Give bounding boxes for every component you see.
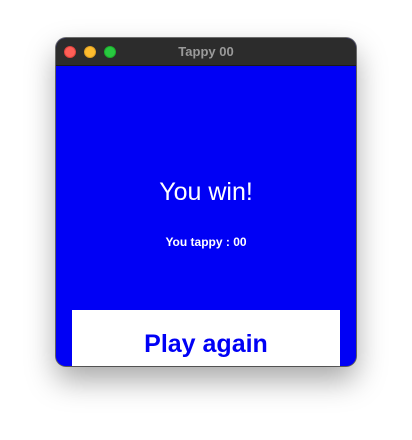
play-again-button[interactable]: Play again [72, 310, 340, 366]
title-bar: Tappy 00 [56, 38, 356, 66]
score-message: You tappy : 00 [165, 235, 247, 249]
window-title: Tappy 00 [178, 44, 234, 59]
result-message: You win! [159, 178, 253, 206]
game-screen: You win! You tappy : 00 Play again [56, 66, 356, 366]
app-window: Tappy 00 You win! You tappy : 00 Play ag… [56, 38, 356, 366]
